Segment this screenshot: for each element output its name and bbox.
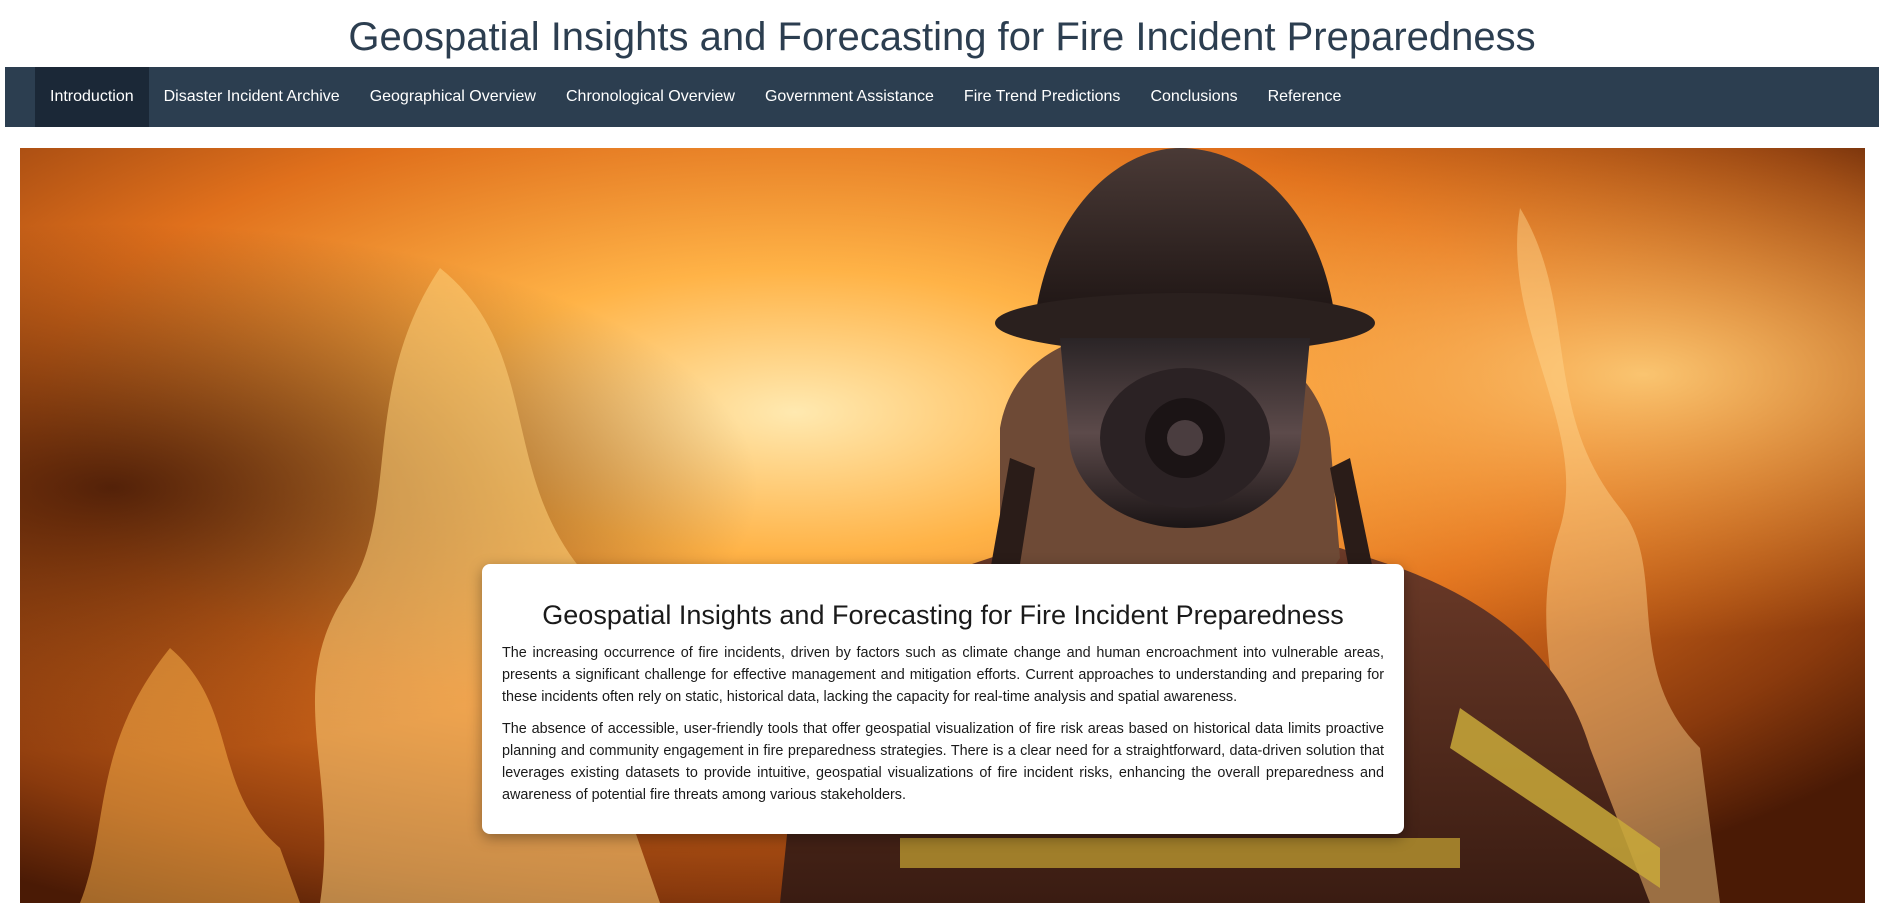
intro-card: Geospatial Insights and Forecasting for …	[482, 564, 1404, 834]
nav-item-geographical-overview[interactable]: Geographical Overview	[355, 67, 551, 127]
intro-paragraph-1: The increasing occurrence of fire incide…	[502, 645, 1384, 705]
nav-item-fire-trend-predictions[interactable]: Fire Trend Predictions	[949, 67, 1136, 127]
nav-item-introduction[interactable]: Introduction	[35, 67, 149, 127]
intro-paragraph-2: The absence of accessible, user-friendly…	[502, 721, 1384, 803]
nav-item-government-assistance[interactable]: Government Assistance	[750, 67, 949, 127]
nav-item-reference[interactable]: Reference	[1253, 67, 1357, 127]
hero-section: Geospatial Insights and Forecasting for …	[20, 148, 1865, 903]
intro-card-title: Geospatial Insights and Forecasting for …	[542, 600, 1344, 630]
nav-item-conclusions[interactable]: Conclusions	[1135, 67, 1252, 127]
nav-item-disaster-incident-archive[interactable]: Disaster Incident Archive	[149, 67, 355, 127]
page-title: Geospatial Insights and Forecasting for …	[348, 15, 1536, 59]
main-navbar: Introduction Disaster Incident Archive G…	[5, 67, 1879, 127]
nav-item-chronological-overview[interactable]: Chronological Overview	[551, 67, 750, 127]
